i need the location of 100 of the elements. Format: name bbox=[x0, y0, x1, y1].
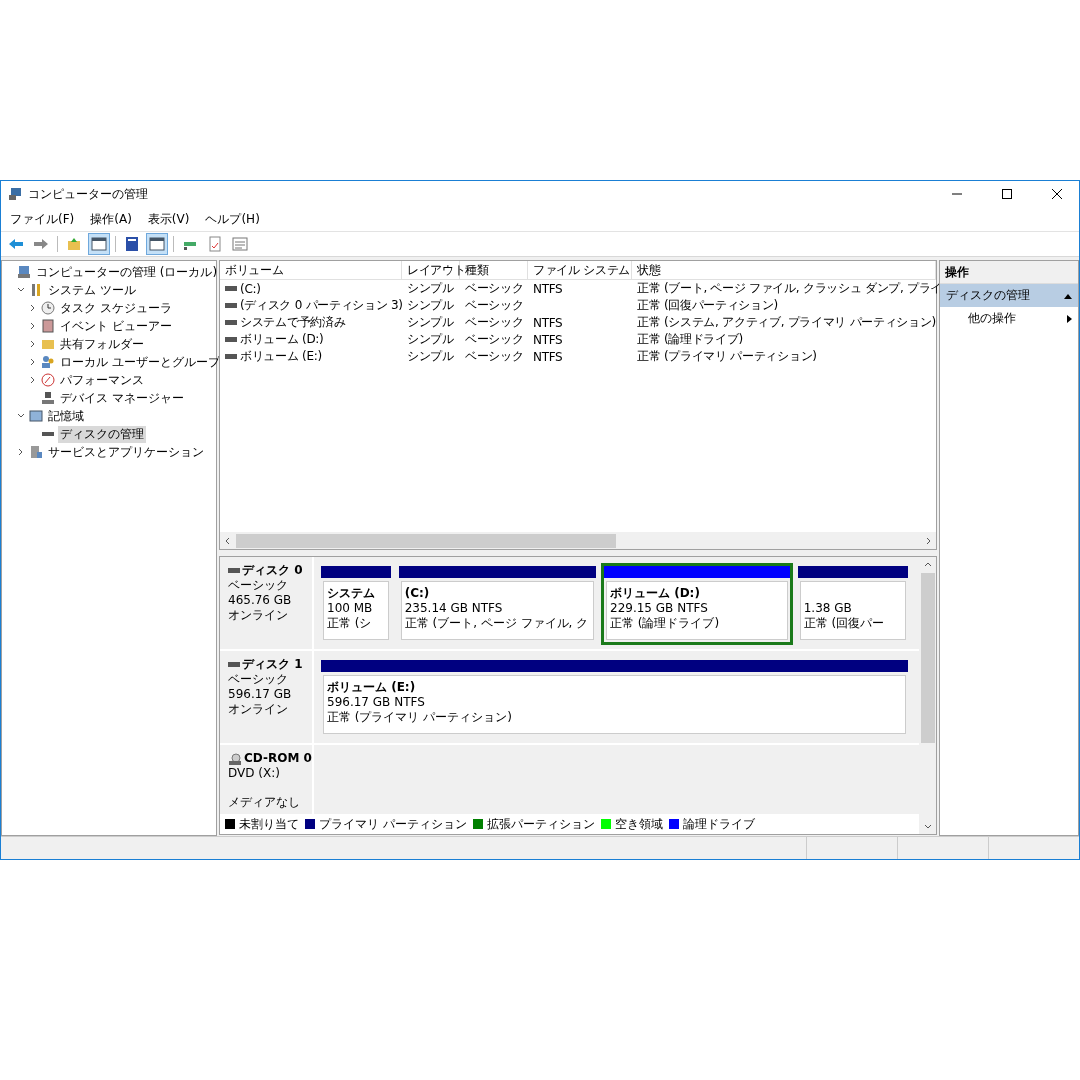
folder-icon bbox=[66, 236, 82, 252]
tree-item[interactable]: イベント ビューアー bbox=[58, 317, 174, 335]
computer-icon bbox=[8, 187, 22, 201]
storage-icon bbox=[29, 409, 43, 423]
chevron-right-icon[interactable] bbox=[29, 322, 37, 330]
partition-title: (C:) bbox=[404, 586, 431, 601]
partition-title: ボリューム (D:) bbox=[610, 586, 701, 601]
disk-size: 596.17 GB bbox=[228, 687, 293, 702]
partition-block[interactable]: ボリューム (D:) 229.15 GB NTFS 正常 (論理ドライブ) bbox=[601, 563, 793, 645]
menu-item[interactable]: 表示(V) bbox=[147, 210, 190, 228]
partition-size: 235.14 GB NTFS bbox=[404, 601, 504, 616]
disk-name: ディスク 0 bbox=[242, 563, 303, 578]
legend-label: プライマリ パーティション bbox=[319, 815, 467, 833]
table-cell: シンプル bbox=[407, 348, 454, 365]
tree-item[interactable]: システム ツール bbox=[46, 281, 138, 299]
disk-status: オンライン bbox=[228, 608, 289, 623]
tree-item[interactable]: コンピューターの管理 (ローカル) bbox=[34, 263, 220, 281]
chevron-right-icon[interactable] bbox=[29, 340, 37, 348]
tree-item[interactable]: デバイス マネージャー bbox=[58, 389, 186, 407]
legend-label: 未割り当て bbox=[239, 815, 299, 833]
chevron-right-icon[interactable] bbox=[29, 304, 37, 312]
volume-icon bbox=[225, 337, 237, 342]
window-icon bbox=[91, 236, 107, 252]
table-cell: シンプル bbox=[407, 331, 454, 348]
partition-status: 正常 (回復パー bbox=[803, 616, 886, 631]
table-cell: NTFS bbox=[533, 349, 563, 364]
tools-icon bbox=[29, 283, 43, 297]
device-icon bbox=[41, 391, 55, 405]
tree-item[interactable]: 共有フォルダー bbox=[58, 335, 146, 353]
volume-icon bbox=[225, 320, 237, 325]
partition-size: 229.15 GB NTFS bbox=[610, 601, 709, 616]
chevron-down-icon[interactable] bbox=[17, 286, 25, 294]
scroll-down-icon[interactable] bbox=[923, 822, 932, 830]
log-icon bbox=[41, 319, 55, 333]
table-cell: (ディスク 0 パーティション 3) bbox=[240, 297, 403, 314]
action-item[interactable]: 他の操作 bbox=[968, 310, 1016, 327]
table-cell: 正常 (論理ドライブ) bbox=[637, 331, 743, 348]
gauge-icon bbox=[41, 373, 55, 387]
tree-item[interactable]: パフォーマンス bbox=[58, 371, 146, 389]
partition-title: ボリューム (E:) bbox=[327, 680, 417, 695]
scroll-right-icon[interactable] bbox=[924, 536, 932, 545]
partition-bar bbox=[321, 566, 391, 578]
table-cell: 正常 (回復パーティション) bbox=[637, 297, 778, 314]
action-pane-button[interactable] bbox=[146, 233, 168, 255]
partition-size: 596.17 GB NTFS bbox=[327, 695, 426, 710]
table-cell: (C:) bbox=[240, 281, 261, 296]
table-cell: ベーシック bbox=[465, 314, 524, 331]
table-cell: ベーシック bbox=[465, 297, 524, 314]
tree-item[interactable]: サービスとアプリケーション bbox=[46, 443, 206, 461]
collapse-triangle-icon[interactable] bbox=[1064, 292, 1072, 299]
table-cell: NTFS bbox=[533, 332, 563, 347]
table-cell: NTFS bbox=[533, 315, 563, 330]
chevron-right-icon[interactable] bbox=[17, 448, 25, 456]
book-icon bbox=[124, 236, 140, 252]
tree-item[interactable]: 記憶域 bbox=[46, 407, 86, 425]
column-header[interactable]: 状態 bbox=[632, 261, 936, 279]
chevron-right-icon[interactable] bbox=[29, 358, 37, 366]
partition-status: 正常 (ブート, ページ ファイル, ク bbox=[404, 616, 590, 631]
disk-status: メディアなし bbox=[228, 795, 301, 810]
column-header[interactable]: ボリューム bbox=[220, 261, 402, 279]
table-cell: ボリューム (D:) bbox=[240, 331, 324, 348]
partition-status: 正常 (シ bbox=[327, 616, 373, 631]
table-cell: シンプル bbox=[407, 280, 454, 297]
menu-item[interactable]: 操作(A) bbox=[90, 210, 132, 228]
partition-size: 100 MB bbox=[327, 601, 374, 616]
chevron-right-icon[interactable] bbox=[29, 376, 37, 384]
table-cell: ボリューム (E:) bbox=[240, 348, 322, 365]
window-icon bbox=[149, 236, 165, 252]
table-cell: ベーシック bbox=[465, 348, 524, 365]
folder-icon bbox=[41, 337, 55, 351]
tree-item[interactable]: ローカル ユーザーとグループ bbox=[58, 353, 222, 371]
table-cell: NTFS bbox=[533, 281, 563, 296]
column-header[interactable]: ファイル システム bbox=[528, 261, 632, 279]
disk-name: CD-ROM 0 bbox=[244, 751, 312, 766]
horizontal-scrollbar[interactable] bbox=[220, 532, 936, 549]
document-icon bbox=[207, 236, 223, 252]
scroll-left-icon[interactable] bbox=[224, 536, 232, 545]
disk-size: 465.76 GB bbox=[228, 593, 293, 608]
window-title: コンピューターの管理 bbox=[28, 185, 148, 203]
left-arrow-icon bbox=[8, 236, 24, 252]
close-icon bbox=[1052, 189, 1062, 199]
vertical-scrollbar[interactable] bbox=[919, 557, 936, 834]
disk-type: DVD (X:) bbox=[228, 766, 281, 781]
legend-label: 論理ドライブ bbox=[682, 815, 755, 833]
menu-item[interactable]: ヘルプ(H) bbox=[205, 210, 260, 228]
scroll-up-icon[interactable] bbox=[923, 561, 932, 569]
tree-item[interactable]: タスク スケジューラ bbox=[58, 299, 174, 317]
table-cell: 正常 (プライマリ パーティション) bbox=[637, 348, 817, 365]
menu-item[interactable]: ファイル(F) bbox=[10, 210, 75, 228]
legend-label: 空き領域 bbox=[614, 815, 663, 833]
computer-icon bbox=[17, 265, 31, 279]
chevron-down-icon[interactable] bbox=[17, 412, 25, 420]
disk-name: ディスク 1 bbox=[242, 657, 303, 672]
tree-item[interactable]: ディスクの管理 bbox=[58, 425, 146, 443]
disk-type: ベーシック bbox=[228, 672, 289, 687]
legend-label: 拡張パーティション bbox=[486, 815, 595, 833]
console-tree-button[interactable] bbox=[88, 233, 110, 255]
table-cell: シンプル bbox=[407, 297, 454, 314]
table-cell: シンプル bbox=[407, 314, 454, 331]
list-icon bbox=[232, 236, 248, 252]
